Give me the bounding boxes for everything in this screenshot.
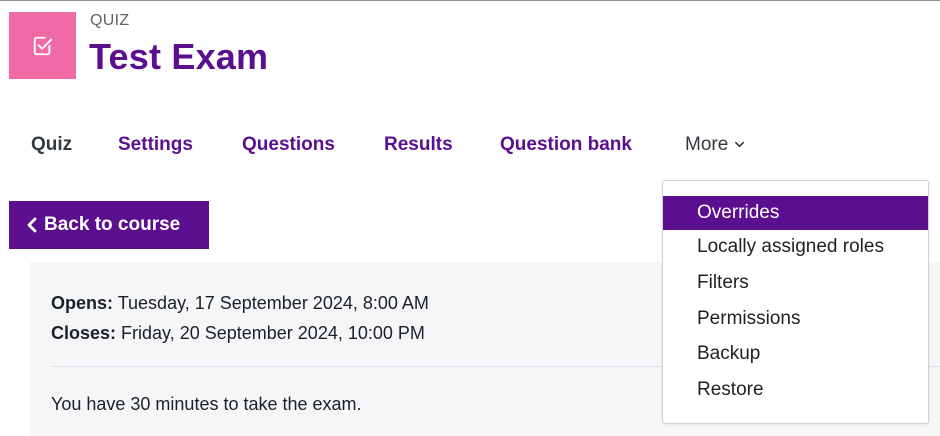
closes-value: Friday, 20 September 2024, 10:00 PM: [121, 323, 425, 343]
page-title: Test Exam: [89, 36, 269, 77]
menu-item-permissions[interactable]: Permissions: [663, 302, 928, 336]
tab-results[interactable]: Results: [384, 134, 453, 156]
tab-question-bank[interactable]: Question bank: [500, 134, 632, 156]
opens-row: Opens: Tuesday, 17 September 2024, 8:00 …: [51, 288, 429, 318]
menu-item-backup[interactable]: Backup: [663, 337, 928, 371]
quiz-activity-icon: [9, 12, 76, 79]
tab-questions[interactable]: Questions: [242, 134, 335, 156]
activity-description: You have 30 minutes to take the exam.: [51, 394, 362, 414]
opens-label: Opens:: [51, 293, 114, 313]
chevron-left-icon: [27, 217, 37, 233]
opens-value: Tuesday, 17 September 2024, 8:00 AM: [117, 293, 429, 313]
back-to-course-button[interactable]: Back to course: [9, 201, 209, 249]
chevron-down-icon: [735, 142, 745, 148]
checkbox-edit-icon: [33, 36, 52, 55]
module-type-label: QUIZ: [90, 12, 130, 29]
tab-settings[interactable]: Settings: [118, 134, 193, 156]
menu-item-overrides[interactable]: Overrides: [663, 196, 928, 230]
menu-item-filters[interactable]: Filters: [663, 266, 928, 300]
menu-item-locally-assigned-roles[interactable]: Locally assigned roles: [663, 230, 928, 264]
activity-dates: Opens: Tuesday, 17 September 2024, 8:00 …: [51, 288, 429, 348]
menu-item-restore[interactable]: Restore: [663, 373, 928, 407]
tab-quiz[interactable]: Quiz: [31, 134, 72, 156]
more-dropdown-menu: Overrides Locally assigned roles Filters…: [662, 180, 929, 424]
back-to-course-label: Back to course: [44, 214, 181, 235]
closes-label: Closes:: [51, 323, 117, 343]
top-border: [0, 0, 940, 1]
more-label: More: [685, 134, 729, 155]
closes-row: Closes: Friday, 20 September 2024, 10:00…: [51, 318, 429, 348]
tab-more-dropdown[interactable]: More: [685, 134, 745, 156]
